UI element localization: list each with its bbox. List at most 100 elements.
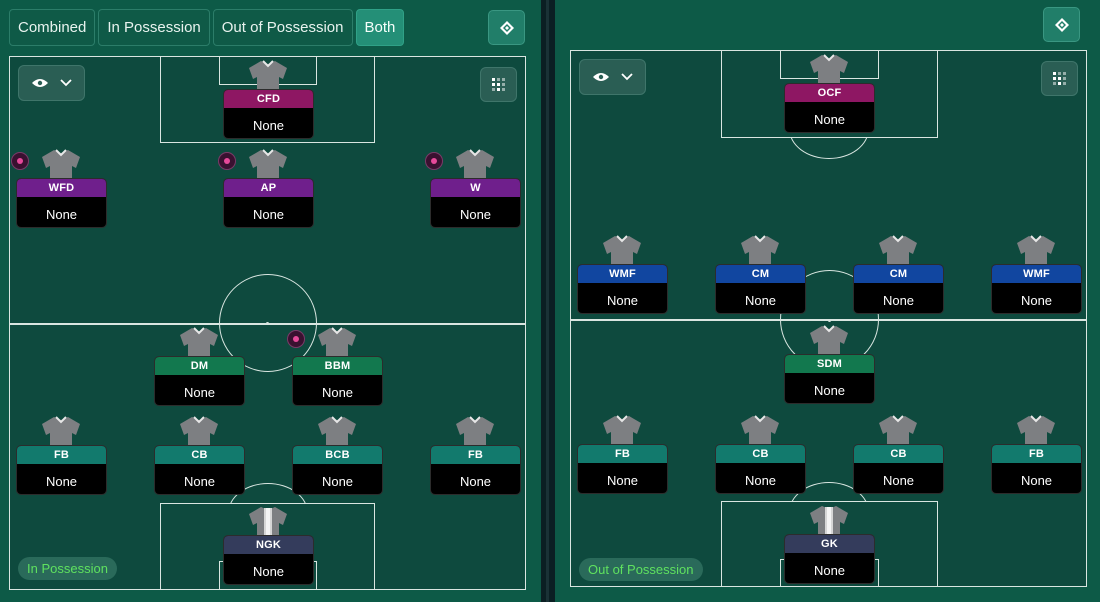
player-slot-cfd[interactable]: CFD None (222, 58, 315, 142)
role-label: WFD (17, 179, 106, 197)
formation-grid-button[interactable] (480, 67, 517, 102)
player-card: NGK None (223, 535, 314, 585)
player-name: None (606, 473, 639, 488)
player-slot-wfd[interactable]: WFD None (11, 147, 108, 231)
phase-label: Out of Possession (579, 558, 703, 581)
role-badge-icon (218, 152, 236, 170)
panel-divider (541, 0, 555, 602)
player-slot-ap[interactable]: AP None (218, 147, 315, 231)
player-slot-wmf-left[interactable]: WMF None (576, 233, 669, 317)
player-slot-w[interactable]: W None (425, 147, 522, 231)
player-name: None (321, 385, 354, 400)
player-card: SDM None (784, 354, 875, 404)
eye-icon (31, 79, 48, 87)
player-slot-cm-right[interactable]: CM None (852, 233, 945, 317)
role-label: CB (155, 446, 244, 464)
chevron-down-icon (620, 73, 633, 81)
player-card: BCB None (292, 445, 383, 495)
player-slot-bcb[interactable]: BCB None (291, 414, 384, 498)
player-slot-dm[interactable]: DM None (153, 325, 246, 409)
role-badge-icon (425, 152, 443, 170)
player-card: WFD None (16, 178, 107, 228)
role-badge-icon (11, 152, 29, 170)
role-label: CM (854, 265, 943, 283)
player-card: DM None (154, 356, 245, 406)
player-slot-fb-right[interactable]: FB None (429, 414, 522, 498)
role-badge-icon (287, 330, 305, 348)
player-name: None (1020, 293, 1053, 308)
role-label: FB (578, 445, 667, 463)
player-name: None (183, 385, 216, 400)
player-card: CM None (853, 264, 944, 314)
player-card: FB None (577, 444, 668, 494)
role-label: BBM (293, 357, 382, 375)
player-card: OCF None (784, 83, 875, 133)
diamond-layout-icon (499, 20, 514, 35)
role-label: SDM (785, 355, 874, 373)
role-label: CFD (224, 90, 313, 108)
tab-combined[interactable]: Combined (9, 9, 96, 46)
role-label: CB (854, 445, 943, 463)
player-name: None (252, 564, 285, 579)
chevron-down-icon (59, 79, 72, 87)
player-slot-bbm[interactable]: BBM None (287, 325, 384, 409)
player-name: None (744, 473, 777, 488)
pitch-out-of-possession: OCF None WMF None CM None CM None WMF No… (570, 50, 1087, 587)
player-slot-sdm[interactable]: SDM None (783, 323, 876, 407)
tab-both[interactable]: Both (355, 9, 405, 46)
role-label: CB (716, 445, 805, 463)
player-slot-cm-left[interactable]: CM None (714, 233, 807, 317)
player-name: None (45, 207, 78, 222)
player-card: CM None (715, 264, 806, 314)
player-name: None (744, 293, 777, 308)
role-label: WMF (992, 265, 1081, 283)
player-name: None (252, 118, 285, 133)
pitch-in-possession: CFD None WFD None AP None W None DM None… (9, 56, 526, 590)
player-slot-cb-left[interactable]: CB None (714, 413, 807, 497)
role-label: BCB (293, 446, 382, 464)
player-card: WMF None (577, 264, 668, 314)
player-card: FB None (430, 445, 521, 495)
grid-icon (1052, 71, 1066, 85)
player-name: None (321, 474, 354, 489)
diamond-layout-icon (1054, 17, 1069, 32)
player-name: None (606, 293, 639, 308)
center-spot (828, 319, 831, 322)
visibility-toggle[interactable] (579, 59, 646, 95)
player-name: None (1020, 473, 1053, 488)
grid-icon (491, 77, 505, 91)
tab-out-of-possession[interactable]: Out of Possession (212, 9, 353, 46)
visibility-toggle[interactable] (18, 65, 85, 101)
player-name: None (459, 207, 492, 222)
player-card: WMF None (991, 264, 1082, 314)
role-label: AP (224, 179, 313, 197)
player-slot-ngk[interactable]: NGK None (222, 504, 315, 588)
formation-grid-button[interactable] (1041, 61, 1078, 96)
player-card: BBM None (292, 356, 383, 406)
player-card: FB None (16, 445, 107, 495)
player-name: None (813, 383, 846, 398)
player-card: CB None (154, 445, 245, 495)
player-slot-cb-right[interactable]: CB None (852, 413, 945, 497)
player-slot-ocf[interactable]: OCF None (783, 52, 876, 136)
player-name: None (183, 474, 216, 489)
player-name: None (813, 563, 846, 578)
out-of-possession-panel: OCF None WMF None CM None CM None WMF No… (555, 0, 1100, 602)
player-card: GK None (784, 534, 875, 584)
player-slot-wmf-right[interactable]: WMF None (990, 233, 1083, 317)
player-slot-fb-left[interactable]: FB None (15, 414, 108, 498)
center-spot (266, 322, 269, 325)
tab-in-possession[interactable]: In Possession (98, 9, 210, 46)
player-card: AP None (223, 178, 314, 228)
view-tabs: Combined In Possession Out of Possession… (9, 9, 405, 46)
player-slot-fb-left[interactable]: FB None (576, 413, 669, 497)
player-card: W None (430, 178, 521, 228)
role-label: FB (431, 446, 520, 464)
player-slot-fb-right[interactable]: FB None (990, 413, 1083, 497)
pitch-layout-button[interactable] (488, 10, 525, 45)
eye-icon (592, 73, 609, 81)
player-slot-gk[interactable]: GK None (783, 503, 876, 586)
player-name: None (882, 473, 915, 488)
pitch-layout-button[interactable] (1043, 7, 1080, 42)
player-slot-cb[interactable]: CB None (153, 414, 246, 498)
